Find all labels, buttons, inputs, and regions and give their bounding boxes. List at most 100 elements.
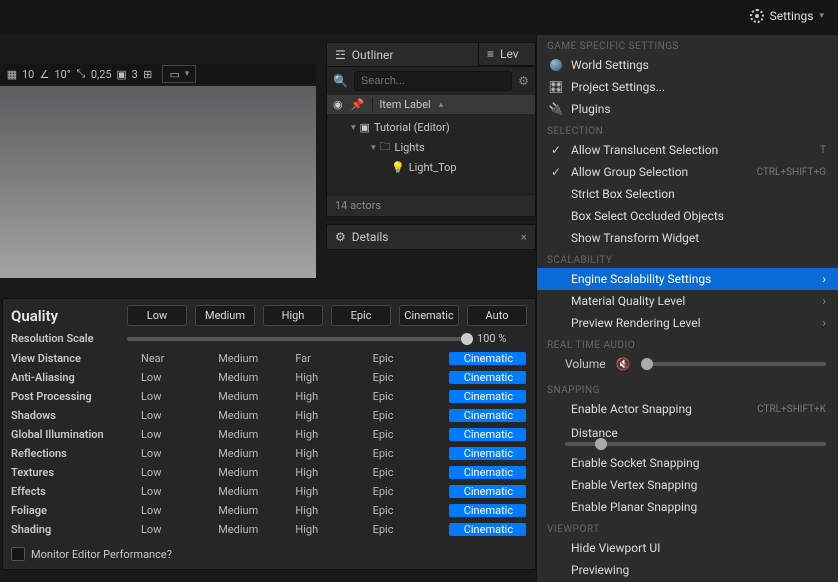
quality-option[interactable]: Cinematic (449, 352, 526, 365)
menu-box-occluded[interactable]: Box Select Occluded Objects (537, 205, 838, 227)
snap-distance-slider[interactable] (565, 442, 826, 446)
quality-option[interactable]: Cinematic (449, 390, 526, 403)
quality-option[interactable]: Medium (216, 447, 293, 460)
quality-preset-auto[interactable]: Auto (467, 305, 527, 326)
quality-option[interactable]: Cinematic (449, 428, 526, 441)
quality-option[interactable]: Low (139, 409, 216, 422)
tree-row-actor[interactable]: 💡 Light_Top (327, 159, 535, 176)
details-panel-tab[interactable]: ⚙ Details × (326, 224, 536, 250)
angle-snap[interactable]: ∠ 10° (38, 68, 70, 81)
menu-hide-viewport-ui[interactable]: Hide Viewport UI (537, 537, 838, 559)
quality-preset-low[interactable]: Low (127, 305, 187, 326)
speaker-muted-icon[interactable]: 🔇 (616, 357, 631, 371)
menu-vertex-snapping[interactable]: Enable Vertex Snapping (537, 474, 838, 496)
outliner-header[interactable]: ◉ 📌 Item Label ▴ (327, 95, 535, 115)
quality-preset-medium[interactable]: Medium (195, 305, 255, 326)
menu-project-settings[interactable]: 🎛 Project Settings... (537, 76, 838, 98)
quality-option[interactable]: Low (139, 390, 216, 403)
quality-option[interactable]: Low (139, 485, 216, 498)
quality-option[interactable]: High (293, 409, 370, 422)
quality-option[interactable]: Epic (371, 504, 448, 517)
quality-option[interactable]: Cinematic (449, 371, 526, 384)
quality-option[interactable]: Medium (216, 523, 293, 536)
menu-engine-scalability[interactable]: Engine Scalability Settings › (537, 268, 838, 290)
quality-option[interactable]: Epic (371, 371, 448, 384)
tree-row-world[interactable]: ▾ ▣ Tutorial (Editor) (327, 119, 535, 136)
quality-option[interactable]: Epic (371, 428, 448, 441)
menu-preview-rendering[interactable]: Preview Rendering Level › (537, 312, 838, 334)
scale-snap[interactable]: ⤡ 0,25 (75, 68, 112, 81)
slider-knob[interactable] (641, 358, 653, 370)
quality-option[interactable]: High (293, 390, 370, 403)
filter-icon[interactable]: ⚙ (518, 74, 529, 88)
quality-option[interactable]: Epic (371, 447, 448, 460)
quality-option[interactable]: Medium (216, 371, 293, 384)
view-layout[interactable]: ⊞ (142, 68, 154, 80)
quality-option[interactable]: Epic (371, 409, 448, 422)
quality-option[interactable]: Epic (371, 352, 448, 365)
menu-actor-snapping[interactable]: Enable Actor Snapping CTRL+SHIFT+K (537, 398, 838, 420)
slider-knob[interactable] (461, 333, 473, 345)
menu-allow-group[interactable]: ✓ Allow Group Selection CTRL+SHIFT+G (537, 161, 838, 183)
quality-option[interactable]: Cinematic (449, 466, 526, 479)
quality-option[interactable]: Low (139, 466, 216, 479)
quality-option[interactable]: Far (293, 352, 370, 365)
menu-world-settings[interactable]: World Settings (537, 54, 838, 76)
section-game: GAME SPECIFIC SETTINGS (537, 35, 838, 54)
viewport[interactable] (0, 86, 316, 278)
quality-option[interactable]: High (293, 485, 370, 498)
quality-option[interactable]: Medium (216, 485, 293, 498)
slider-knob[interactable] (595, 438, 607, 450)
quality-option[interactable]: Cinematic (449, 504, 526, 517)
menu-allow-translucent[interactable]: ✓ Allow Translucent Selection T (537, 139, 838, 161)
menu-show-transform[interactable]: Show Transform Widget (537, 227, 838, 249)
quality-option[interactable]: Epic (371, 390, 448, 403)
resolution-scale-value: 100 % (477, 332, 527, 345)
quality-option[interactable]: Near (139, 352, 216, 365)
quality-option[interactable]: Low (139, 504, 216, 517)
quality-option[interactable]: High (293, 523, 370, 536)
level-tab[interactable]: ≡ Lev (478, 42, 536, 66)
quality-option[interactable]: Medium (216, 409, 293, 422)
quality-option[interactable]: High (293, 371, 370, 384)
quality-option[interactable]: High (293, 504, 370, 517)
quality-option[interactable]: Medium (216, 390, 293, 403)
quality-option[interactable]: Medium (216, 466, 293, 479)
quality-option[interactable]: Low (139, 428, 216, 441)
settings-button[interactable]: Settings ▾ (742, 6, 832, 26)
quality-preset-epic[interactable]: Epic (331, 305, 391, 326)
volume-slider[interactable] (641, 362, 826, 366)
close-icon[interactable]: × (521, 230, 527, 244)
quality-option[interactable]: Cinematic (449, 485, 526, 498)
quality-option[interactable]: Epic (371, 485, 448, 498)
quality-option[interactable]: Low (139, 447, 216, 460)
quality-option[interactable]: Low (139, 523, 216, 536)
menu-planar-snapping[interactable]: Enable Planar Snapping (537, 496, 838, 518)
quality-option[interactable]: Medium (216, 352, 293, 365)
camera-speed[interactable]: ▣ 3 (116, 68, 138, 81)
quality-option[interactable]: Medium (216, 428, 293, 441)
quality-option[interactable]: High (293, 428, 370, 441)
quality-option[interactable]: Cinematic (449, 409, 526, 422)
grid-snap[interactable]: ▦ 10 (6, 68, 34, 81)
quality-option[interactable]: Cinematic (449, 447, 526, 460)
menu-strict-box[interactable]: Strict Box Selection (537, 183, 838, 205)
menu-material-quality[interactable]: Material Quality Level › (537, 290, 838, 312)
tree-row-folder[interactable]: ▾ 🗀 Lights (327, 136, 535, 159)
quality-option[interactable]: Cinematic (449, 523, 526, 536)
view-mode-dropdown[interactable]: ▭ ▾ (162, 65, 197, 83)
quality-option[interactable]: Epic (371, 523, 448, 536)
quality-option[interactable]: High (293, 447, 370, 460)
quality-preset-cinematic[interactable]: Cinematic (399, 305, 459, 326)
quality-option[interactable]: Low (139, 371, 216, 384)
menu-plugins[interactable]: 🔌 Plugins (537, 98, 838, 120)
outliner-search-input[interactable] (354, 71, 512, 91)
menu-socket-snapping[interactable]: Enable Socket Snapping (537, 452, 838, 474)
quality-option[interactable]: High (293, 466, 370, 479)
quality-preset-high[interactable]: High (263, 305, 323, 326)
monitor-perf-checkbox[interactable] (11, 547, 25, 561)
resolution-scale-slider[interactable] (127, 337, 469, 341)
quality-option[interactable]: Medium (216, 504, 293, 517)
menu-previewing[interactable]: Previewing (537, 559, 838, 581)
quality-option[interactable]: Epic (371, 466, 448, 479)
